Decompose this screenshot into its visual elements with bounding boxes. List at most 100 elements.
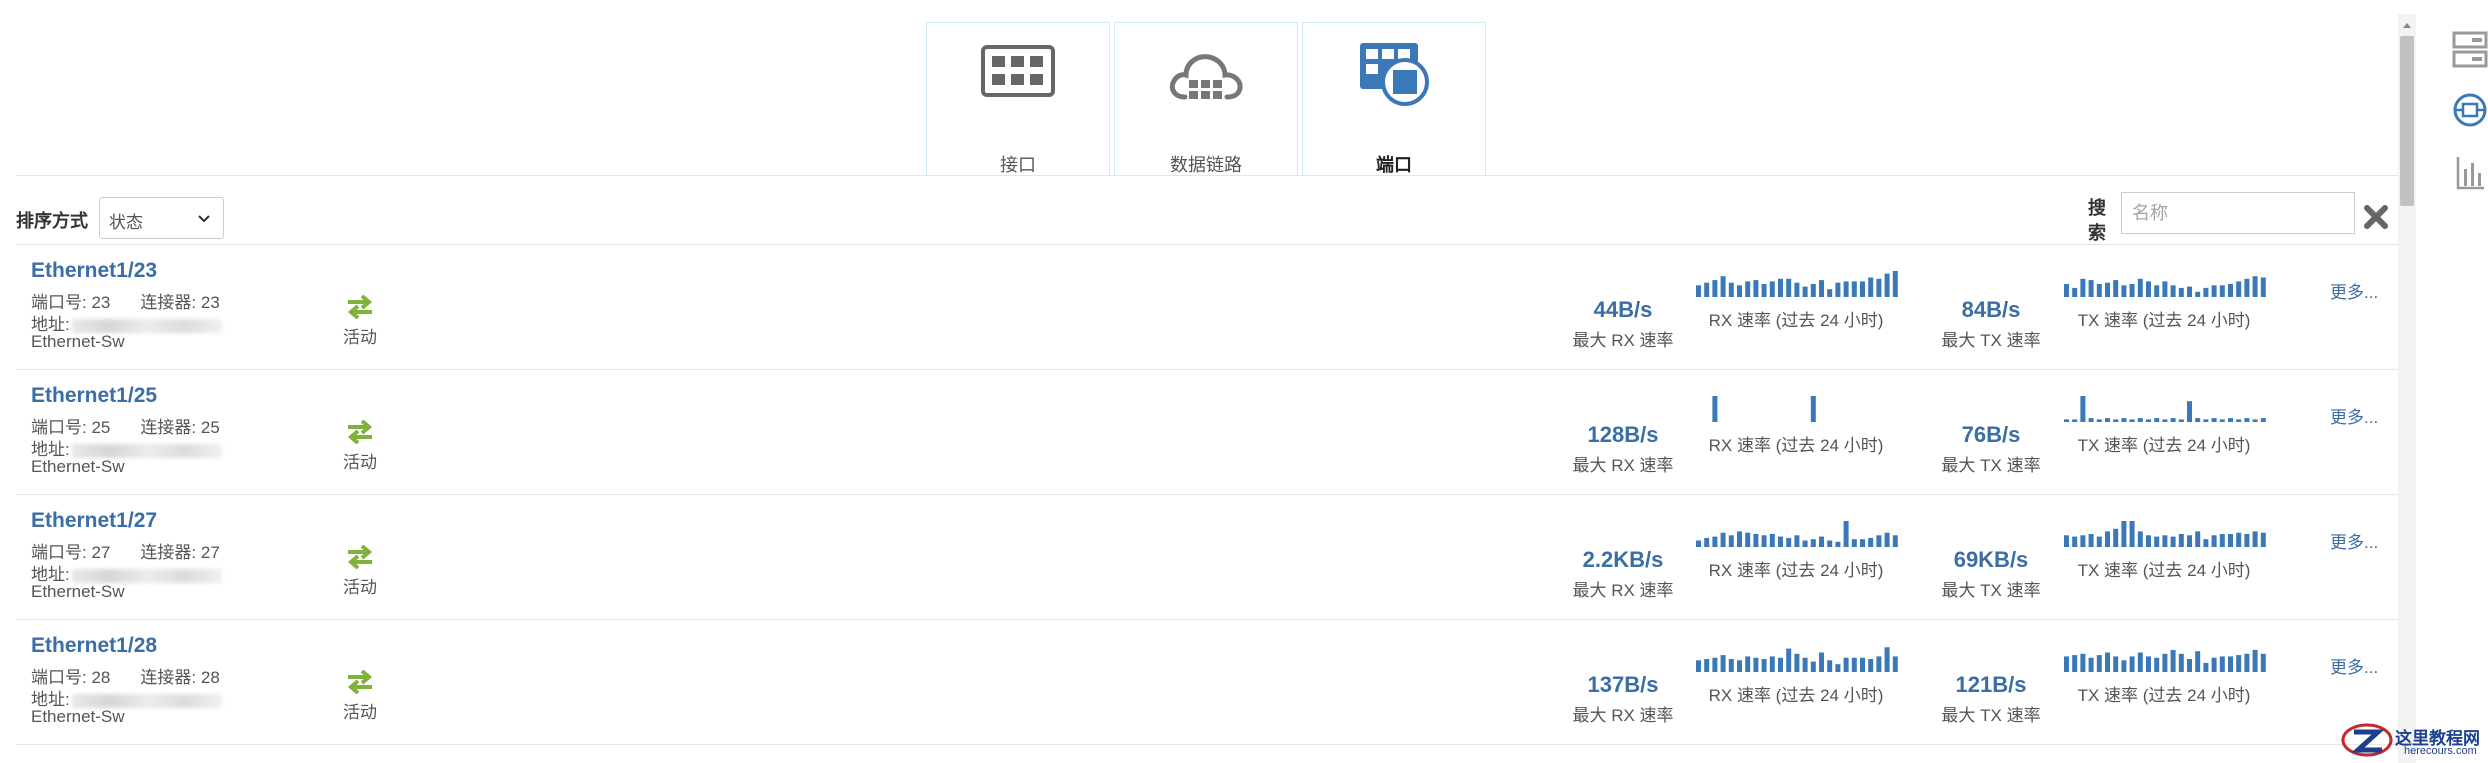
spark-bar [1860,281,1865,297]
spark-bar [2080,278,2086,297]
spark-bar [2162,281,2168,297]
spark-bar [2211,285,2217,297]
spark-bar [2105,418,2110,422]
spark-bar [2236,281,2242,297]
spark-bar [2072,655,2078,672]
spark-bar [2244,418,2250,422]
spark-bar [1778,278,1783,297]
tx-caption: TX 速率 (过去 24 小时) [2077,686,2251,705]
spark-bar [1794,653,1800,672]
spark-bar [2137,531,2143,547]
tab-interfaces[interactable]: 接口 [926,22,1110,176]
max-tx-caption: 最大 TX 速率 [1941,706,2041,725]
spark-bar [2195,418,2201,422]
server-list-icon[interactable] [2452,30,2488,75]
spark-bar [2121,521,2127,547]
tx-bars [2064,649,2266,672]
spark-bar [2113,656,2119,672]
max-rx-value: 2.2KB/s [1582,547,1664,572]
clear-search-icon[interactable] [2362,203,2390,231]
spark-bar [2154,657,2160,672]
port-name-link[interactable]: Ethernet1/27 [31,509,157,533]
spark-bar [2064,656,2069,672]
spark-bar [2228,284,2233,297]
spark-bar [1720,532,1726,547]
port-name-link[interactable]: Ethernet1/25 [31,384,157,408]
spark-bar [2252,531,2258,547]
search-label: 搜索 [2088,198,2106,243]
sort-select[interactable]: 状态 [99,197,224,239]
port-type: Ethernet-Sw [31,582,125,601]
rx-bars [1696,521,1898,547]
spark-bar [2154,536,2160,547]
port-name-link[interactable]: Ethernet1/23 [31,259,157,283]
redacted-address [71,443,222,458]
spark-bar [1753,657,1759,672]
tab-ports[interactable]: 端口 [1302,22,1486,176]
spark-bar [1851,657,1857,672]
rx-caption: RX 速率 (过去 24 小时) [1708,436,1884,455]
spark-bar [1728,535,1734,547]
spark-bar [1810,396,1816,422]
spark-bar [2228,656,2233,672]
rx-caption: RX 速率 (过去 24 小时) [1708,311,1884,330]
network-node-icon[interactable] [2452,92,2488,133]
spark-bar [2203,287,2209,297]
spark-bar [1761,284,1767,297]
search-input[interactable] [2121,192,2355,234]
status-text: 活动 [343,453,377,472]
spark-bar [1827,289,1833,297]
spark-bar [1786,537,1792,547]
spark-bar [1860,657,1865,672]
spark-bar [2146,281,2151,297]
rx-sparkline: RX 速率 (过去 24 小时) [1689,505,1903,585]
spark-bar [2154,418,2160,422]
more-link[interactable]: 更多... [2330,278,2378,303]
rx-sparkline: RX 速率 (过去 24 小时) [1689,630,1903,710]
spark-bar [1810,539,1816,547]
spark-bar [1720,655,1726,672]
spark-bar [2088,418,2094,422]
spark-bar [1786,648,1792,672]
spark-bar [2178,653,2184,672]
tx-caption: TX 速率 (过去 24 小时) [2077,311,2251,330]
spark-bar [2203,419,2209,422]
spark-bar [2260,532,2266,547]
scroll-thumb[interactable] [2400,36,2414,206]
max-rx-value: 128B/s [1587,422,1659,447]
table-row: Ethernet1/25 端口号: 25 连接器: 25 地址: Ethernet… [16,370,2398,495]
max-tx-caption: 最大 TX 速率 [1941,456,2041,475]
table-row: Ethernet1/23 端口号: 23 连接器: 23 地址: Ethernet… [16,245,2398,370]
spark-bar [2129,419,2135,422]
view-tabs: 接口 数据链路 端口 [926,22,1486,176]
spark-bar [2211,657,2217,672]
spark-bar [2146,535,2151,547]
max-rx-stat: 137B/s 最大 RX 速率 [1563,672,1683,726]
table-row: Ethernet1/28 端口号: 28 连接器: 28 地址: Ethernet… [16,620,2398,745]
spark-bar [2219,656,2225,672]
spark-bar [2187,401,2192,422]
spark-bar [1696,540,1701,547]
max-rx-caption: 最大 RX 速率 [1572,331,1674,350]
spark-bar [2146,656,2151,672]
active-arrows-icon [346,669,374,699]
spark-bar [1843,657,1849,672]
bar-chart-icon[interactable] [2455,155,2485,196]
spark-bar [1835,664,1841,672]
port-name-link[interactable]: Ethernet1/28 [31,634,157,658]
more-link[interactable]: 更多... [2330,528,2378,553]
spark-bar [1761,535,1767,547]
spark-bar [2096,536,2102,547]
spark-bar [2244,653,2250,672]
tx-sparkline: TX 速率 (过去 24 小时) [2057,505,2271,585]
more-link[interactable]: 更多... [2330,653,2378,678]
tab-datalinks[interactable]: 数据链路 [1114,22,1298,176]
tx-caption: TX 速率 (过去 24 小时) [2077,561,2251,580]
spark-bar [1745,656,1751,672]
spark-bar [2252,649,2258,672]
spark-bar [1892,656,1898,672]
scroll-up-arrow-icon[interactable] [2400,18,2414,30]
max-tx-caption: 最大 TX 速率 [1941,581,2041,600]
more-link[interactable]: 更多... [2330,403,2378,428]
max-rx-value: 44B/s [1593,297,1653,322]
